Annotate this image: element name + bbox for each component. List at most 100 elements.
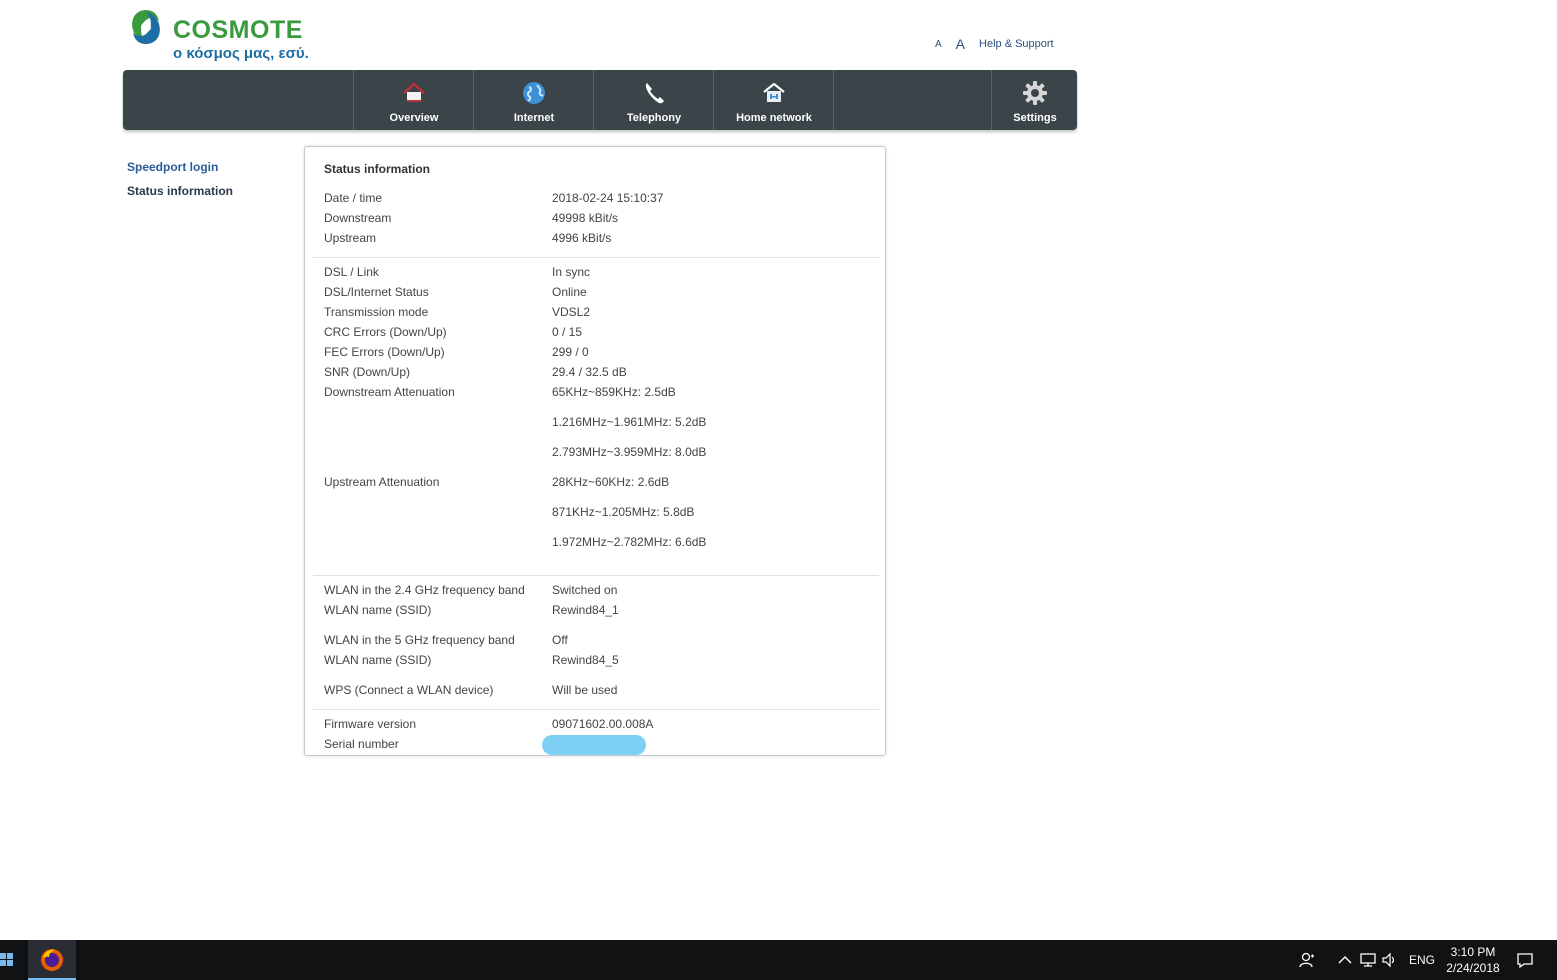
nav-internet[interactable]: Internet (473, 70, 594, 130)
row-label: DSL/Internet Status (324, 285, 429, 299)
notification-icon[interactable] (1516, 951, 1534, 969)
status-row: 871KHz~1.205MHz: 5.8dB (324, 504, 864, 520)
home-network-icon (763, 82, 785, 102)
status-row: Upstream 4996 kBit/s (324, 230, 864, 246)
status-row: 1.216MHz~1.961MHz: 5.2dB (324, 414, 864, 430)
row-label: WLAN name (SSID) (324, 603, 432, 617)
row-value: 1.216MHz~1.961MHz: 5.2dB (552, 415, 707, 429)
row-label: FEC Errors (Down/Up) (324, 345, 445, 359)
firefox-icon (41, 949, 63, 971)
status-row: CRC Errors (Down/Up) 0 / 15 (324, 324, 864, 340)
language-indicator[interactable]: ENG (1409, 953, 1435, 967)
taskbar-firefox-button[interactable] (28, 940, 76, 980)
row-label: Upstream Attenuation (324, 475, 440, 489)
row-label: Transmission mode (324, 305, 429, 319)
row-value: 2018-02-24 15:10:37 (552, 191, 664, 205)
status-row: Firmware version 09071602.00.008A (324, 716, 864, 732)
help-support-link[interactable]: Help & Support (979, 38, 1054, 50)
cosmote-logo[interactable]: COSMOTE ο κόσμος μας, εσύ. (127, 8, 327, 66)
row-value: 0 / 15 (552, 325, 583, 339)
nav-home-network[interactable]: Home network (713, 70, 834, 130)
status-row: Date / time 2018-02-24 15:10:37 (324, 190, 864, 206)
panel-title: Status information (324, 162, 431, 176)
top-links: A A Help & Support (930, 34, 1054, 54)
status-row: WLAN name (SSID) Rewind84_1 (324, 602, 864, 618)
start-icon[interactable] (0, 950, 14, 970)
row-value: Rewind84_1 (552, 603, 619, 617)
status-row: SNR (Down/Up) 29.4 / 32.5 dB (324, 364, 864, 380)
nav-telephony[interactable]: Telephony (593, 70, 714, 130)
gear-icon (1023, 81, 1047, 105)
section-divider (313, 709, 879, 710)
status-row: 2.793MHz~3.959MHz: 8.0dB (324, 444, 864, 460)
status-row: Transmission mode VDSL2 (324, 304, 864, 320)
row-value: 871KHz~1.205MHz: 5.8dB (552, 505, 695, 519)
row-value: Rewind84_5 (552, 653, 619, 667)
row-value: 28KHz~60KHz: 2.6dB (552, 475, 670, 489)
row-label: DSL / Link (324, 265, 379, 279)
status-row: WPS (Connect a WLAN device) Will be used (324, 682, 864, 698)
row-label: Serial number (324, 737, 399, 751)
row-value: In sync (552, 265, 591, 279)
nav-settings[interactable]: Settings (991, 70, 1078, 130)
taskbar-clock[interactable]: 3:10 PM 2/24/2018 (1440, 944, 1506, 976)
brand-name: COSMOTE (173, 16, 303, 44)
row-value: 1.972MHz~2.782MHz: 6.6dB (552, 535, 707, 549)
row-label: CRC Errors (Down/Up) (324, 325, 447, 339)
row-value: Will be used (552, 683, 618, 697)
nav-internet-label: Internet (513, 112, 555, 124)
network-icon[interactable] (1359, 951, 1377, 969)
chevron-up-icon[interactable] (1336, 951, 1354, 969)
status-row: DSL/Internet Status Online (324, 284, 864, 300)
globe-icon (523, 82, 545, 104)
nav-divider (833, 70, 834, 130)
nav-overview-label: Overview (389, 112, 439, 124)
brand-slogan: ο κόσμος μας, εσύ. (173, 45, 309, 62)
status-row: Upstream Attenuation 28KHz~60KHz: 2.6dB (324, 474, 864, 490)
status-row: WLAN in the 2.4 GHz frequency band Switch… (324, 582, 864, 598)
font-size-small-button[interactable]: A (935, 39, 942, 50)
status-row: Downstream 49998 kBit/s (324, 210, 864, 226)
section-divider (313, 575, 879, 576)
row-label: Upstream (324, 231, 377, 245)
row-value: 65KHz~859KHz: 2.5dB (552, 385, 676, 399)
row-label: Firmware version (324, 717, 417, 731)
nav-telephony-label: Telephony (626, 112, 682, 124)
row-value: 09071602.00.008A (552, 717, 654, 731)
row-value: 29.4 / 32.5 dB (552, 365, 627, 379)
volume-icon[interactable] (1381, 951, 1399, 969)
row-value: 299 / 0 (552, 345, 589, 359)
house-icon (403, 82, 425, 102)
sidebar-item-status-information[interactable]: Status information (127, 184, 233, 198)
row-label: Downstream Attenuation (324, 385, 455, 399)
clock-time: 3:10 PM (1450, 945, 1496, 959)
row-value: 2.793MHz~3.959MHz: 8.0dB (552, 445, 707, 459)
status-row: WLAN in the 5 GHz frequency band Off (324, 632, 864, 648)
nav-settings-label: Settings (1013, 112, 1057, 124)
status-panel: Status information Date / time 2018-02-24… (304, 146, 886, 756)
row-value: 49998 kBit/s (552, 211, 619, 225)
status-row: 1.972MHz~2.782MHz: 6.6dB (324, 534, 864, 550)
people-icon[interactable] (1298, 951, 1316, 969)
cosmote-logo-icon (132, 10, 160, 44)
windows-taskbar: ENG 3:10 PM 2/24/2018 (0, 940, 1557, 980)
row-value: Switched on (552, 583, 618, 597)
sidebar-item-speedport-login[interactable]: Speedport login (127, 160, 218, 174)
row-label: Date / time (324, 191, 383, 205)
row-value: Online (552, 285, 587, 299)
row-label: WPS (Connect a WLAN device) (324, 683, 494, 697)
clock-date: 2/24/2018 (1446, 961, 1500, 975)
row-value: Off (552, 633, 568, 647)
row-label: Downstream (324, 211, 392, 225)
status-row: DSL / Link In sync (324, 264, 864, 280)
nav-home-network-label: Home network (736, 112, 812, 124)
font-size-large-button[interactable]: A (956, 36, 965, 52)
row-label: SNR (Down/Up) (324, 365, 411, 379)
nav-overview[interactable]: Overview (353, 70, 474, 130)
status-row: FEC Errors (Down/Up) 299 / 0 (324, 344, 864, 360)
row-label: WLAN in the 2.4 GHz frequency band (324, 583, 525, 597)
row-value: VDSL2 (552, 305, 591, 319)
main-navbar: Overview Internet Telephony Home network (123, 70, 1077, 130)
row-label: WLAN name (SSID) (324, 653, 432, 667)
row-label: WLAN in the 5 GHz frequency band (324, 633, 515, 647)
